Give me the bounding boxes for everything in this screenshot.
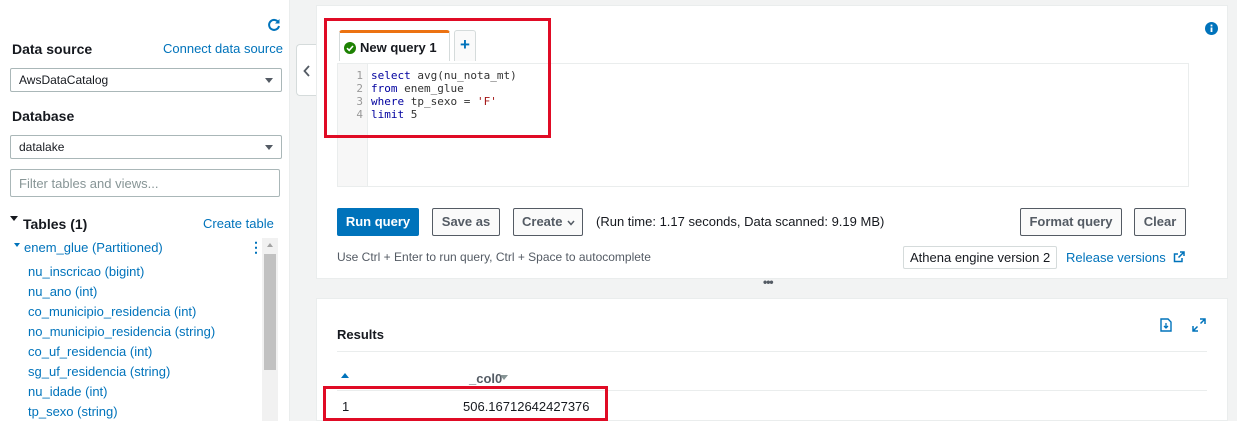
caret-down-icon[interactable] bbox=[10, 216, 18, 221]
sidebar: Data source Connect data source AwsDataC… bbox=[0, 0, 290, 421]
data-source-label: Data source bbox=[12, 41, 93, 57]
format-query-button[interactable]: Format query bbox=[1020, 208, 1122, 236]
column-item[interactable]: co_municipio_residencia (int) bbox=[28, 302, 215, 322]
save-as-button[interactable]: Save as bbox=[432, 208, 500, 236]
caret-down-icon[interactable] bbox=[14, 243, 20, 247]
scroll-up-icon[interactable] bbox=[267, 243, 273, 247]
chevron-left-icon bbox=[303, 65, 310, 77]
chevron-down-icon bbox=[265, 145, 273, 150]
create-dropdown-button[interactable]: Create bbox=[513, 208, 583, 236]
run-stats: (Run time: 1.17 seconds, Data scanned: 9… bbox=[596, 214, 885, 229]
scrollbar-thumb[interactable] bbox=[264, 254, 276, 370]
resize-handle-icon[interactable]: ••• bbox=[763, 275, 774, 289]
column-item[interactable]: tp_sexo (string) bbox=[28, 402, 215, 421]
tables-header: Tables (1) bbox=[23, 216, 88, 232]
filter-tables-input[interactable]: Filter tables and views... bbox=[10, 169, 280, 197]
data-source-value: AwsDataCatalog bbox=[19, 73, 109, 87]
highlight-box bbox=[323, 386, 608, 421]
sort-ascending-icon[interactable] bbox=[341, 373, 349, 378]
download-csv-icon[interactable] bbox=[1160, 318, 1172, 332]
sort-icon[interactable] bbox=[500, 375, 508, 380]
run-query-button[interactable]: Run query bbox=[337, 208, 419, 236]
clear-button[interactable]: Clear bbox=[1134, 208, 1186, 236]
release-versions-link[interactable]: Release versions bbox=[1066, 250, 1166, 265]
scrollbar[interactable] bbox=[262, 238, 278, 421]
database-select[interactable]: datalake bbox=[10, 135, 282, 159]
chevron-down-icon bbox=[265, 78, 273, 83]
keyboard-hint: Use Ctrl + Enter to run query, Ctrl + Sp… bbox=[337, 250, 651, 264]
collapse-sidebar-button[interactable] bbox=[296, 44, 316, 96]
expand-icon[interactable] bbox=[1192, 318, 1206, 332]
column-item[interactable]: no_municipio_residencia (string) bbox=[28, 322, 215, 342]
refresh-icon[interactable] bbox=[267, 18, 281, 32]
more-options-icon[interactable]: ⋮ bbox=[249, 240, 263, 254]
column-item[interactable]: nu_inscricao (bigint) bbox=[28, 262, 215, 282]
data-source-select[interactable]: AwsDataCatalog bbox=[10, 68, 282, 92]
external-link-icon[interactable] bbox=[1173, 251, 1185, 263]
engine-version-badge: Athena engine version 2 bbox=[903, 246, 1058, 269]
create-label: Create bbox=[522, 214, 563, 229]
column-item[interactable]: co_uf_residencia (int) bbox=[28, 342, 215, 362]
column-item[interactable]: nu_idade (int) bbox=[28, 382, 215, 402]
divider bbox=[337, 351, 1207, 352]
table-item-enem-glue[interactable]: enem_glue (Partitioned) bbox=[24, 240, 163, 255]
column-item[interactable]: sg_uf_residencia (string) bbox=[28, 362, 215, 382]
database-value: datalake bbox=[19, 140, 65, 154]
create-table-link[interactable]: Create table bbox=[203, 216, 274, 231]
column-header[interactable]: _col0 bbox=[469, 371, 502, 386]
column-list: nu_inscricao (bigint) nu_ano (int) co_mu… bbox=[28, 262, 215, 421]
results-title: Results bbox=[337, 327, 384, 342]
highlight-box bbox=[324, 18, 551, 138]
connect-data-source-link[interactable]: Connect data source bbox=[163, 41, 283, 56]
database-label: Database bbox=[12, 108, 75, 124]
info-icon[interactable] bbox=[1205, 22, 1218, 35]
chevron-down-icon bbox=[567, 220, 575, 226]
column-item[interactable]: nu_ano (int) bbox=[28, 282, 215, 302]
